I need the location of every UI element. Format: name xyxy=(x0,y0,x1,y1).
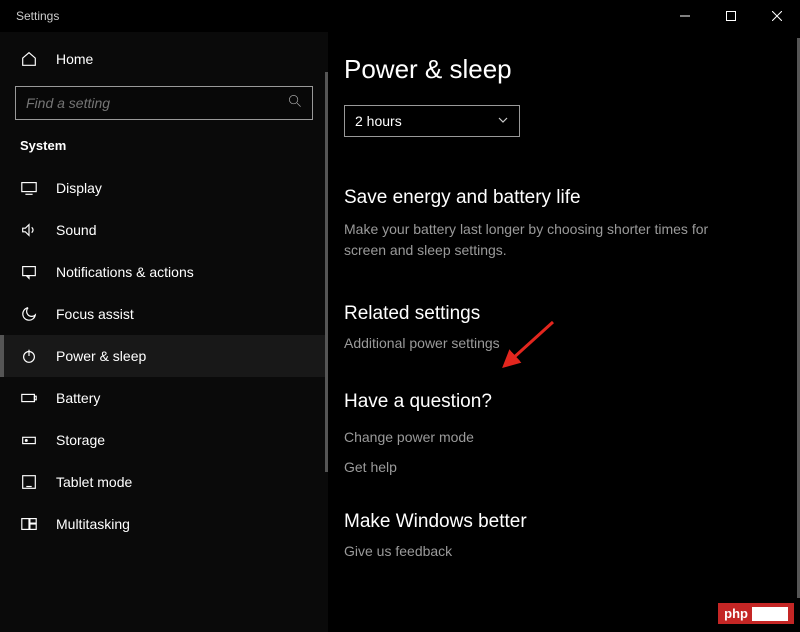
focus-assist-icon xyxy=(20,305,38,323)
titlebar: Settings xyxy=(0,0,800,32)
display-icon xyxy=(20,179,38,197)
sidebar-item-tablet-mode[interactable]: Tablet mode xyxy=(0,461,328,503)
home-button[interactable]: Home xyxy=(0,42,328,76)
multitasking-icon xyxy=(20,515,38,533)
sidebar-item-label: Storage xyxy=(56,432,105,448)
maximize-button[interactable] xyxy=(708,0,754,32)
minimize-button[interactable] xyxy=(662,0,708,32)
save-energy-description: Make your battery last longer by choosin… xyxy=(344,219,744,261)
sidebar-item-label: Notifications & actions xyxy=(56,264,194,280)
main-content: Power & sleep 2 hours Save energy and ba… xyxy=(328,32,800,632)
sidebar-item-label: Sound xyxy=(56,222,96,238)
close-button[interactable] xyxy=(754,0,800,32)
home-label: Home xyxy=(56,51,93,67)
get-help-link[interactable]: Get help xyxy=(344,459,784,475)
sidebar-item-label: Power & sleep xyxy=(56,348,146,364)
window-title: Settings xyxy=(16,9,59,23)
question-heading: Have a question? xyxy=(344,391,784,413)
sidebar-item-label: Tablet mode xyxy=(56,474,132,490)
category-heading: System xyxy=(0,138,328,153)
home-icon xyxy=(20,50,38,68)
chevron-down-icon xyxy=(497,114,509,129)
sidebar-item-label: Display xyxy=(56,180,102,196)
page-title: Power & sleep xyxy=(344,54,784,85)
sidebar-item-notifications[interactable]: Notifications & actions xyxy=(0,251,328,293)
battery-icon xyxy=(20,389,38,407)
change-power-mode-link[interactable]: Change power mode xyxy=(344,429,784,445)
sidebar-item-label: Battery xyxy=(56,390,100,406)
window-controls xyxy=(662,0,800,32)
search-input[interactable] xyxy=(15,86,313,120)
notifications-icon xyxy=(20,263,38,281)
watermark: php xyxy=(718,603,794,624)
sidebar-item-display[interactable]: Display xyxy=(0,167,328,209)
additional-power-settings-link[interactable]: Additional power settings xyxy=(344,335,784,351)
dropdown-value: 2 hours xyxy=(355,113,402,129)
sidebar-item-sound[interactable]: Sound xyxy=(0,209,328,251)
sidebar-item-label: Focus assist xyxy=(56,306,134,322)
search-field[interactable] xyxy=(26,95,288,111)
sidebar-item-multitasking[interactable]: Multitasking xyxy=(0,503,328,545)
tablet-icon xyxy=(20,473,38,491)
storage-icon xyxy=(20,431,38,449)
sidebar-item-focus-assist[interactable]: Focus assist xyxy=(0,293,328,335)
sidebar-item-power-sleep[interactable]: Power & sleep xyxy=(0,335,328,377)
search-icon xyxy=(288,94,302,113)
sidebar-item-storage[interactable]: Storage xyxy=(0,419,328,461)
power-icon xyxy=(20,347,38,365)
related-settings-heading: Related settings xyxy=(344,303,784,325)
sidebar-item-label: Multitasking xyxy=(56,516,130,532)
watermark-text: php xyxy=(724,606,748,621)
sound-icon xyxy=(20,221,38,239)
save-energy-heading: Save energy and battery life xyxy=(344,187,784,209)
feedback-heading: Make Windows better xyxy=(344,511,784,533)
give-feedback-link[interactable]: Give us feedback xyxy=(344,543,784,559)
sidebar-item-battery[interactable]: Battery xyxy=(0,377,328,419)
sleep-time-dropdown[interactable]: 2 hours xyxy=(344,105,520,137)
sidebar: Home System Display Sound Notifications … xyxy=(0,32,328,632)
